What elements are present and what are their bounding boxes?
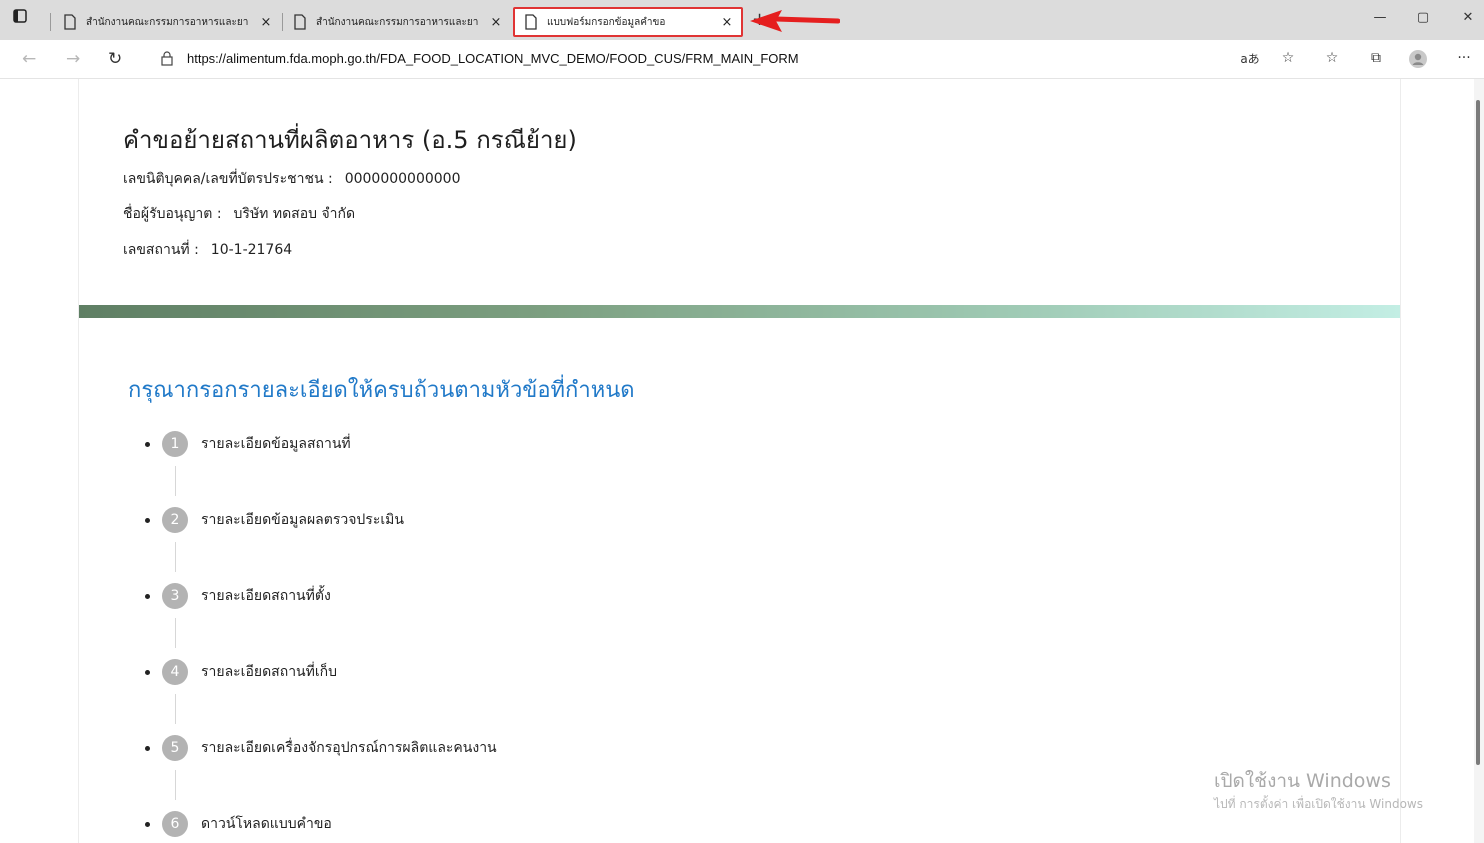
step-item-3[interactable]: 3 รายละเอียดสถานที่ตั้ง — [145, 582, 745, 610]
step-label[interactable]: รายละเอียดข้อมูลผลตรวจประเมิน — [201, 509, 404, 531]
licensee-value: บริษัท ทดสอบ จำกัด — [233, 206, 356, 222]
page-title: คำขอย้ายสถานที่ผลิตอาหาร (อ.5 กรณีย้าย) — [123, 126, 577, 154]
close-window-button[interactable]: ✕ — [1458, 8, 1478, 28]
forward-arrow-icon[interactable]: → — [66, 50, 80, 68]
tab-2-title: สำนักงานคณะกรรมการอาหารและยา — [316, 16, 479, 28]
location-number-row: เลขสถานที่ : 10-1-21764 — [123, 239, 292, 261]
bullet — [145, 821, 150, 827]
more-menu-icon[interactable]: ··· — [1454, 50, 1474, 66]
step-label[interactable]: รายละเอียดเครื่องจักรอุปกรณ์การผลิตและคน… — [201, 737, 497, 759]
bullet — [145, 593, 150, 599]
tax-id-label: เลขนิติบุคคล/เลขที่บัตรประชาชน : — [123, 171, 333, 187]
step-item-6[interactable]: 6 ดาวน์โหลดแบบคำขอ — [145, 810, 745, 838]
windows-activation-hint: ไปที่ การตั้งค่า เพื่อเปิดใช้งาน Windows — [1214, 797, 1423, 811]
collections-icon[interactable]: ⧉ — [1366, 50, 1386, 66]
tab-1-close-icon[interactable]: × — [258, 15, 274, 30]
licensee-row: ชื่อผู้รับอนุญาต : บริษัท ทดสอบ จำกัด — [123, 203, 355, 225]
step-number-badge: 4 — [162, 659, 188, 685]
back-arrow-icon[interactable]: ← — [22, 50, 36, 68]
tab-3-close-icon[interactable]: × — [719, 15, 735, 30]
step-connector — [175, 542, 176, 572]
page-icon — [64, 14, 76, 30]
step-connector — [175, 618, 176, 648]
step-label[interactable]: รายละเอียดสถานที่เก็บ — [201, 661, 337, 683]
bullet — [145, 669, 150, 675]
step-connector — [175, 694, 176, 724]
refresh-icon[interactable]: ↻ — [108, 50, 122, 68]
bullet — [145, 745, 150, 751]
tax-id-row: เลขนิติบุคคล/เลขที่บัตรประชาชน : 00000000… — [123, 168, 461, 190]
location-number-value: 10-1-21764 — [210, 242, 293, 258]
step-connector — [175, 770, 176, 800]
page-icon — [294, 14, 306, 30]
step-item-2[interactable]: 2 รายละเอียดข้อมูลผลตรวจประเมิน — [145, 506, 745, 534]
content-border — [1400, 79, 1401, 843]
step-connector — [175, 466, 176, 496]
tab-1[interactable]: สำนักงานคณะกรรมการอาหารและยา × — [54, 7, 280, 37]
tab-3-title: แบบฟอร์มกรอกข้อมูลคำขอ — [547, 16, 666, 28]
step-number-badge: 3 — [162, 583, 188, 609]
step-label[interactable]: ดาวน์โหลดแบบคำขอ — [201, 813, 332, 835]
minimize-button[interactable]: — — [1370, 8, 1390, 28]
step-item-5[interactable]: 5 รายละเอียดเครื่องจักรอุปกรณ์การผลิตและ… — [145, 734, 745, 762]
read-aloud-icon[interactable]: aあ — [1240, 50, 1260, 67]
step-number-badge: 2 — [162, 507, 188, 533]
tab-2[interactable]: สำนักงานคณะกรรมการอาหารและยา × — [284, 7, 510, 37]
tab-separator — [50, 13, 51, 31]
tab-2-close-icon[interactable]: × — [488, 15, 504, 30]
page-icon — [525, 14, 537, 30]
tab-actions-icon[interactable] — [10, 9, 30, 29]
browser-tab-bar: สำนักงานคณะกรรมการอาหารและยา × สำนักงานค… — [0, 0, 1484, 40]
step-number-badge: 5 — [162, 735, 188, 761]
tax-id-value: 0000000000000 — [344, 171, 461, 187]
maximize-button[interactable]: ▢ — [1413, 8, 1433, 28]
location-number-label: เลขสถานที่ : — [123, 242, 199, 258]
bullet — [145, 517, 150, 523]
header-divider-band — [79, 305, 1400, 318]
content-border — [78, 79, 79, 843]
page-info-icon[interactable] — [160, 51, 174, 66]
red-arrow-annotation — [750, 10, 840, 32]
step-item-1[interactable]: 1 รายละเอียดข้อมูลสถานที่ — [145, 430, 745, 458]
licensee-label: ชื่อผู้รับอนุญาต : — [123, 206, 222, 222]
instruction-heading: กรุณากรอกรายละเอียดให้ครบถ้วนตามหัวข้อที… — [128, 378, 635, 403]
address-bar: ← → ↻ https://alimentum.fda.moph.go.th/F… — [0, 40, 1484, 79]
tab-separator — [282, 13, 283, 31]
step-number-badge: 1 — [162, 431, 188, 457]
url-field[interactable]: https://alimentum.fda.moph.go.th/FDA_FOO… — [187, 51, 799, 66]
tab-1-title: สำนักงานคณะกรรมการอาหารและยา — [86, 16, 249, 28]
step-item-4[interactable]: 4 รายละเอียดสถานที่เก็บ — [145, 658, 745, 686]
step-label[interactable]: รายละเอียดข้อมูลสถานที่ — [201, 433, 351, 455]
scrollbar-thumb[interactable] — [1476, 100, 1480, 765]
page-viewport — [0, 79, 1484, 843]
tab-3-active[interactable]: แบบฟอร์มกรอกข้อมูลคำขอ × — [513, 7, 743, 37]
step-label[interactable]: รายละเอียดสถานที่ตั้ง — [201, 585, 331, 607]
bullet — [145, 441, 150, 447]
favorites-list-icon[interactable]: ☆ — [1322, 50, 1342, 66]
step-number-badge: 6 — [162, 811, 188, 837]
windows-activation-watermark: เปิดใช้งาน Windows — [1214, 770, 1391, 792]
favorite-star-icon[interactable]: ☆ — [1278, 50, 1298, 66]
profile-avatar-icon[interactable] — [1408, 50, 1428, 72]
